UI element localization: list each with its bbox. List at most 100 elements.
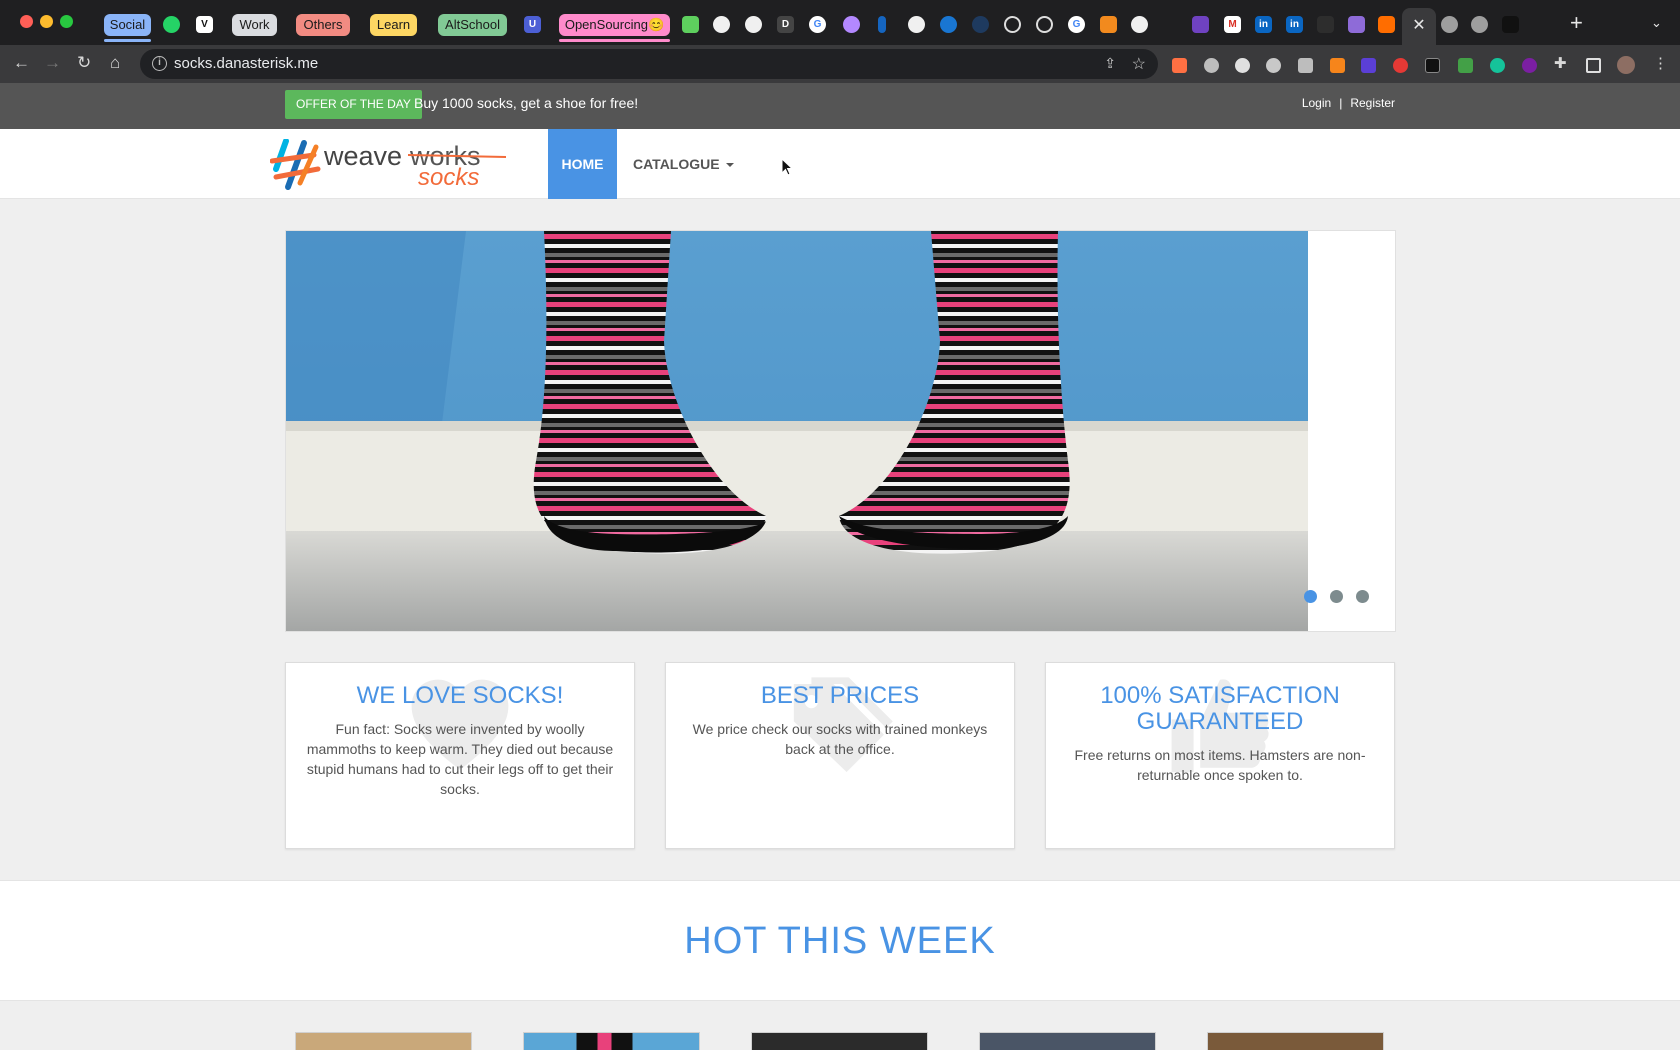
green-app-tab-icon[interactable] — [682, 16, 699, 33]
grammarly-icon[interactable] — [1490, 58, 1505, 73]
globe-tab-icon-2[interactable] — [1471, 16, 1488, 33]
side-panel-icon[interactable] — [1586, 58, 1601, 73]
offer-of-the-day-badge[interactable]: OFFER OF THE DAY — [285, 90, 422, 119]
carousel-dot-2[interactable] — [1330, 590, 1343, 603]
feature-box-satisfaction: 100% SATISFACTION GUARANTEED Free return… — [1045, 662, 1395, 849]
linkedin-tab-icon[interactable]: in — [1255, 16, 1272, 33]
google-tab-icon-2[interactable]: G — [1068, 16, 1085, 33]
feature-box-love-socks: WE LOVE SOCKS! Fun fact: Socks were inve… — [285, 662, 635, 849]
caret-down-icon — [725, 163, 734, 167]
globe-tab-icon[interactable] — [1441, 16, 1458, 33]
hot-this-week-heading: HOT THIS WEEK — [684, 920, 996, 962]
menu-kebab-icon[interactable]: ⋮ — [1653, 54, 1668, 74]
maximize-window-button[interactable] — [60, 15, 73, 28]
feature-title: 100% SATISFACTION GUARANTEED — [1100, 682, 1340, 735]
extension-react-icon[interactable] — [1266, 58, 1281, 73]
extension-vue-icon[interactable] — [1298, 58, 1313, 73]
address-url[interactable]: socks.danasterisk.me — [174, 55, 318, 72]
offer-text: Buy 1000 socks, get a shoe for free! — [414, 95, 639, 111]
page: OFFER OF THE DAY Buy 1000 socks, get a s… — [0, 83, 1680, 1050]
circle-tab-icon[interactable] — [1004, 16, 1021, 33]
github-tab-icon-2[interactable] — [745, 16, 762, 33]
feature-title: BEST PRICES — [760, 682, 920, 709]
blue-tab-icon[interactable] — [940, 16, 957, 33]
tab-search-chevron-icon[interactable]: ⌄ — [1651, 15, 1662, 31]
extension-icon-7[interactable] — [1361, 58, 1376, 73]
tab-group-altschool[interactable]: AltSchool — [438, 14, 507, 36]
offer-bar: OFFER OF THE DAY Buy 1000 socks, get a s… — [0, 83, 1680, 129]
forward-arrow-icon[interactable]: → — [44, 53, 61, 73]
carousel-dot-1[interactable] — [1304, 590, 1317, 603]
purple-dot-tab-icon[interactable] — [843, 16, 860, 33]
circle-tab-icon-2[interactable] — [1036, 16, 1053, 33]
product-thumbnail-5[interactable] — [1207, 1032, 1384, 1050]
product-thumbnail-1[interactable] — [295, 1032, 472, 1050]
github-tab-icon[interactable] — [713, 16, 730, 33]
v-tab-icon[interactable]: V — [196, 16, 213, 33]
orange-tab-icon[interactable] — [1378, 16, 1395, 33]
account-separator: | — [1339, 96, 1343, 110]
u-tab-icon[interactable]: U — [524, 16, 541, 33]
address-bar[interactable]: i socks.danasterisk.me ⇪ ☆ — [140, 49, 1158, 79]
register-link[interactable]: Register — [1350, 96, 1395, 110]
extension-icon-9[interactable] — [1425, 58, 1440, 73]
gmail-tab-icon[interactable]: M — [1224, 16, 1241, 33]
d-tab-icon[interactable]: D — [777, 16, 794, 33]
tab-group-opensourcing[interactable]: OpenSourcing😊 — [559, 14, 670, 42]
product-thumbnail-4[interactable] — [979, 1032, 1156, 1050]
tab-group-learn[interactable]: Learn — [370, 14, 417, 36]
dark-tab-icon[interactable] — [1317, 16, 1334, 33]
black-tab-icon[interactable] — [1502, 16, 1519, 33]
extensions-puzzle-icon[interactable]: ✚ — [1554, 54, 1567, 74]
feature-title: WE LOVE SOCKS! — [356, 682, 564, 709]
jira-tab-icon[interactable] — [878, 16, 886, 33]
hero-carousel[interactable] — [285, 230, 1396, 632]
hot-this-week-section: HOT THIS WEEK — [0, 880, 1680, 1001]
feature-text: Fun fact: Socks were invented by woolly … — [306, 721, 614, 797]
profile-avatar[interactable] — [1617, 56, 1635, 74]
site-info-icon[interactable]: i — [152, 56, 167, 71]
product-thumbnail-3[interactable] — [751, 1032, 928, 1050]
github-tab-icon-4[interactable] — [1131, 16, 1148, 33]
share-icon[interactable]: ⇪ — [1104, 55, 1116, 72]
navy-tab-icon[interactable] — [972, 16, 989, 33]
reload-icon[interactable]: ↻ — [77, 53, 91, 73]
active-tab-close-button[interactable]: ✕ — [1402, 8, 1436, 45]
browser-tab-strip: Social V Work Others Learn AltSchool U O… — [0, 0, 1680, 45]
feature-box-best-prices: BEST PRICES We price check our socks wit… — [665, 662, 1015, 849]
nav-home-link[interactable]: HOME — [548, 129, 617, 199]
feature-text: We price check our socks with trained mo… — [692, 721, 988, 757]
carousel-dot-3[interactable] — [1356, 590, 1369, 603]
tab-group-work[interactable]: Work — [232, 14, 277, 36]
metamask-icon[interactable] — [1330, 58, 1345, 73]
tab-group-social[interactable]: Social — [104, 14, 151, 42]
bookmark-star-icon[interactable]: ☆ — [1132, 54, 1146, 74]
github-tab-icon-3[interactable] — [908, 16, 925, 33]
color-picker-icon[interactable] — [1393, 58, 1408, 73]
new-tab-button[interactable]: + — [1570, 12, 1583, 34]
tab-group-others[interactable]: Others — [296, 14, 350, 36]
product-thumbnail-2[interactable] — [523, 1032, 700, 1050]
purple-y-tab-icon[interactable] — [1192, 16, 1209, 33]
home-icon[interactable]: ⌂ — [110, 53, 120, 73]
extension-icon-3[interactable] — [1235, 58, 1250, 73]
whatsapp-tab-icon[interactable] — [163, 16, 180, 33]
extension-icon-10[interactable] — [1458, 58, 1473, 73]
twitch-tab-icon[interactable] — [1348, 16, 1365, 33]
feature-text: Free returns on most items. Hamsters are… — [1074, 747, 1366, 783]
extension-icon-12[interactable] — [1522, 58, 1537, 73]
google-tab-icon[interactable]: G — [809, 16, 826, 33]
linkedin-tab-icon-2[interactable]: in — [1286, 16, 1303, 33]
orange-cube-tab-icon[interactable] — [1100, 16, 1117, 33]
nav-catalogue-dropdown[interactable]: CATALOGUE — [633, 156, 734, 172]
logo-word-weave: weave — [323, 141, 402, 171]
weaveworks-socks-logo[interactable]: weave works socks — [270, 139, 510, 191]
account-links: Login | Register — [1302, 96, 1395, 110]
browser-toolbar: ← → ↻ ⌂ i socks.danasterisk.me ⇪ ☆ ✚ ⋮ — [0, 45, 1680, 83]
login-link[interactable]: Login — [1302, 96, 1331, 110]
extension-icon-1[interactable] — [1172, 58, 1187, 73]
minimize-window-button[interactable] — [40, 15, 53, 28]
back-arrow-icon[interactable]: ← — [13, 53, 30, 73]
close-window-button[interactable] — [20, 15, 33, 28]
extension-gear-icon[interactable] — [1204, 58, 1219, 73]
